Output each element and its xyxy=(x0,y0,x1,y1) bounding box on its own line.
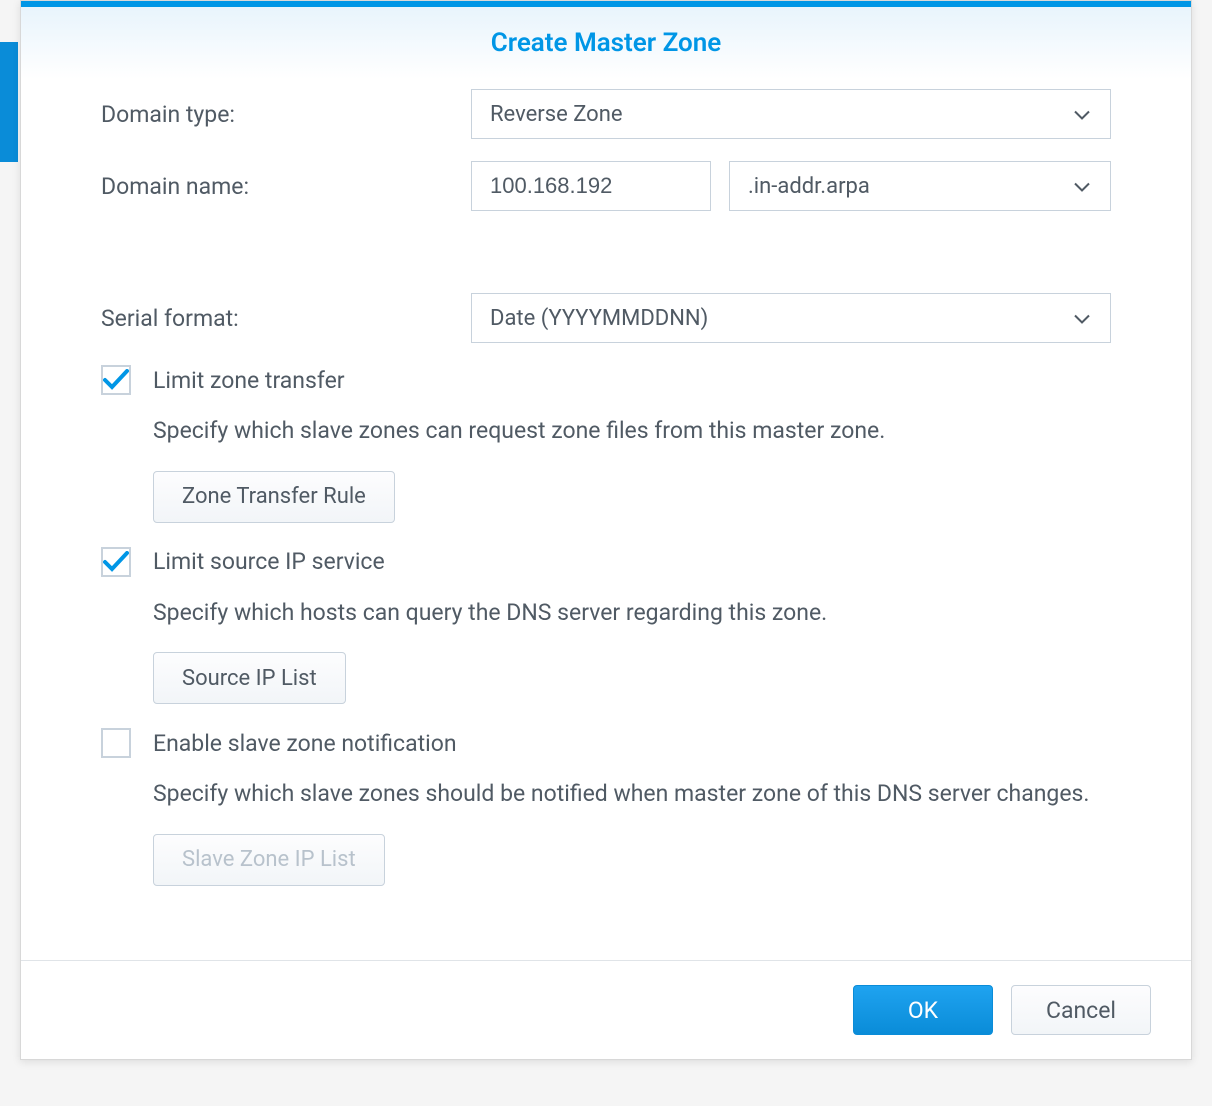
domain-name-row: Domain name: .in-addr.arpa xyxy=(101,161,1111,211)
dialog-header: Create Master Zone xyxy=(21,7,1191,79)
limit-zone-transfer-checkbox[interactable] xyxy=(101,365,131,395)
domain-type-select[interactable]: Reverse Zone xyxy=(471,89,1111,139)
dialog-body: Domain type: Reverse Zone Domain name: .… xyxy=(21,79,1191,930)
serial-format-label: Serial format: xyxy=(101,305,471,332)
domain-suffix-select[interactable]: .in-addr.arpa xyxy=(729,161,1111,211)
limit-zone-transfer-label: Limit zone transfer xyxy=(153,367,345,394)
chevron-down-icon xyxy=(1074,102,1090,127)
zone-transfer-rule-button[interactable]: Zone Transfer Rule xyxy=(153,471,395,523)
limit-zone-transfer-help: Specify which slave zones can request zo… xyxy=(153,413,1111,449)
limit-source-ip-checkbox[interactable] xyxy=(101,547,131,577)
enable-slave-notification-help: Specify which slave zones should be noti… xyxy=(153,776,1111,812)
serial-format-select[interactable]: Date (YYYYMMDDNN) xyxy=(471,293,1111,343)
domain-suffix-value: .in-addr.arpa xyxy=(748,174,870,199)
limit-source-ip-row: Limit source IP service xyxy=(101,547,1111,577)
chevron-down-icon xyxy=(1074,306,1090,331)
enable-slave-notification-label: Enable slave zone notification xyxy=(153,730,457,757)
serial-format-value: Date (YYYYMMDDNN) xyxy=(490,306,708,331)
dialog-title: Create Master Zone xyxy=(491,28,722,58)
domain-type-row: Domain type: Reverse Zone xyxy=(101,89,1111,139)
cancel-button[interactable]: Cancel xyxy=(1011,985,1151,1035)
ok-button[interactable]: OK xyxy=(853,985,993,1035)
domain-type-value: Reverse Zone xyxy=(490,102,623,127)
chevron-down-icon xyxy=(1074,174,1090,199)
limit-zone-transfer-row: Limit zone transfer xyxy=(101,365,1111,395)
limit-source-ip-help: Specify which hosts can query the DNS se… xyxy=(153,595,1111,631)
create-master-zone-dialog: Create Master Zone Domain type: Reverse … xyxy=(20,0,1192,1060)
slave-zone-ip-list-button: Slave Zone IP List xyxy=(153,834,385,886)
domain-name-group: .in-addr.arpa xyxy=(471,161,1111,211)
domain-name-input[interactable] xyxy=(471,161,711,211)
sidebar-selection-indicator xyxy=(0,42,18,162)
dialog-footer: OK Cancel xyxy=(21,960,1191,1059)
domain-type-label: Domain type: xyxy=(101,101,471,128)
enable-slave-notification-checkbox[interactable] xyxy=(101,728,131,758)
limit-source-ip-label: Limit source IP service xyxy=(153,548,385,575)
enable-slave-notification-row: Enable slave zone notification xyxy=(101,728,1111,758)
spacer xyxy=(101,233,1111,293)
serial-format-row: Serial format: Date (YYYYMMDDNN) xyxy=(101,293,1111,343)
domain-name-label: Domain name: xyxy=(101,173,471,200)
source-ip-list-button[interactable]: Source IP List xyxy=(153,652,346,704)
